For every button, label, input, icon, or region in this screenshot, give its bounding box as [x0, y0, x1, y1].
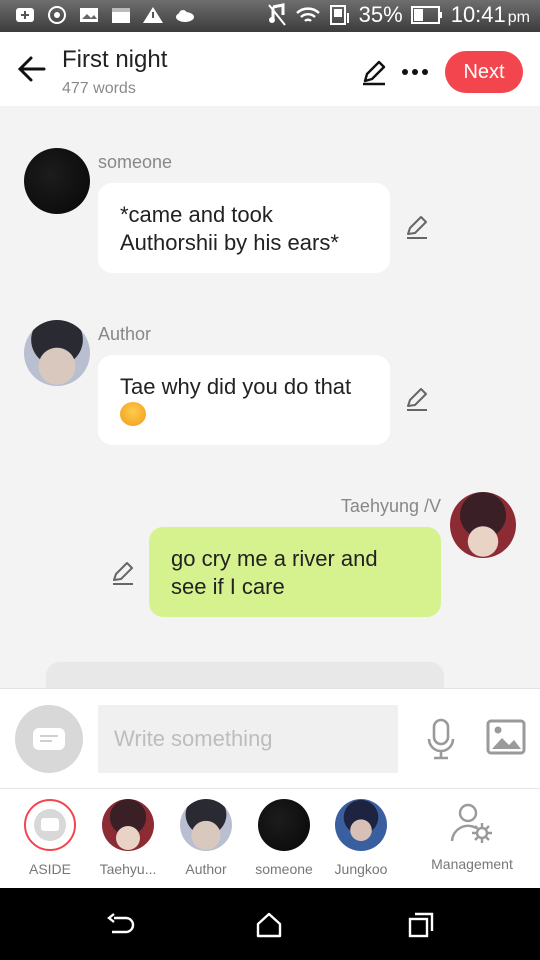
message-bubble[interactable]: Tae why did you do that — [98, 355, 390, 445]
speaker-name: someone — [98, 152, 173, 172]
notification-icons — [14, 5, 196, 25]
add-box-icon — [16, 8, 34, 22]
home-nav-icon[interactable] — [254, 910, 284, 940]
story-title: First night — [62, 46, 168, 73]
whatsapp-icon — [48, 6, 66, 24]
character-label: someone — [255, 861, 313, 877]
image-icon — [80, 8, 98, 22]
back-nav-icon[interactable] — [106, 910, 136, 940]
character-tab-bar: ASIDE Taehyu... Author someone Jungkoo M… — [0, 788, 540, 888]
story-header: First night 477 words Next — [0, 32, 540, 106]
status-bar: 35% 10:41 pm — [0, 0, 540, 32]
clock: 10:41 pm — [451, 2, 530, 28]
cloud-icon — [176, 10, 194, 22]
manage-characters-icon — [450, 803, 492, 843]
message-text: Tae why did you do that — [120, 374, 352, 399]
aside-message-partial[interactable] — [46, 662, 444, 688]
message-input[interactable] — [98, 705, 398, 773]
chat-area[interactable]: someone *came and took Authorshii by his… — [0, 106, 540, 688]
character-management-button[interactable]: Management — [422, 799, 522, 872]
aside-card-icon — [41, 818, 59, 831]
calendar-icon — [112, 8, 130, 23]
system-nav-bar — [0, 888, 540, 960]
avatar-someone — [258, 799, 310, 851]
back-arrow-icon[interactable] — [16, 54, 48, 84]
character-tab-jungkook[interactable]: Jungkoo — [321, 799, 401, 877]
avatar-author[interactable] — [24, 320, 90, 386]
battery-icon — [410, 6, 442, 24]
signal-icon — [329, 5, 349, 25]
clock-ampm: pm — [507, 9, 530, 26]
battery-percent: 35% — [358, 2, 403, 27]
microphone-icon[interactable] — [424, 717, 458, 761]
no-music-icon — [267, 3, 286, 26]
next-button[interactable]: Next — [445, 51, 523, 93]
avatar-author — [180, 799, 232, 851]
edit-pencil-icon[interactable] — [360, 58, 388, 86]
insert-image-icon[interactable] — [486, 719, 526, 755]
character-label: Management — [431, 856, 513, 872]
character-label: Author — [185, 861, 227, 877]
status-right: 35% 10:41 pm — [267, 2, 530, 28]
avatar-someone[interactable] — [24, 148, 90, 214]
speaker-name: Author — [98, 324, 152, 344]
warning-icon — [143, 7, 163, 23]
message-bubble[interactable]: go cry me a river and see if I care — [149, 527, 441, 617]
character-label: Jungkoo — [334, 861, 388, 877]
character-tab-aside[interactable]: ASIDE — [10, 799, 90, 877]
wifi-icon — [295, 7, 320, 22]
word-count: 477 words — [62, 80, 136, 97]
character-label: Taehyu... — [99, 861, 157, 877]
composer-bar — [0, 688, 540, 788]
avatar-taehyung[interactable] — [450, 492, 516, 558]
edit-message-icon[interactable] — [110, 560, 136, 586]
avatar-jungkook — [335, 799, 387, 851]
recents-nav-icon[interactable] — [406, 910, 436, 940]
aside-tab-icon — [24, 799, 76, 851]
character-tab-taehyung[interactable]: Taehyu... — [88, 799, 168, 877]
message-bubble[interactable]: *came and took Authorshii by his ears* — [98, 183, 390, 273]
character-label: ASIDE — [28, 861, 71, 877]
more-options-icon[interactable] — [400, 58, 430, 86]
clock-time: 10:41 — [450, 2, 506, 27]
character-tab-author[interactable]: Author — [166, 799, 246, 877]
aside-card-icon — [33, 728, 65, 750]
tired-face-emoji-icon — [120, 402, 146, 426]
edit-message-icon[interactable] — [404, 386, 430, 412]
avatar-taehyung — [102, 799, 154, 851]
aside-toggle-button[interactable] — [15, 705, 83, 773]
speaker-name: Taehyung /V — [340, 496, 441, 516]
edit-message-icon[interactable] — [404, 214, 430, 240]
character-tab-someone[interactable]: someone — [244, 799, 324, 877]
